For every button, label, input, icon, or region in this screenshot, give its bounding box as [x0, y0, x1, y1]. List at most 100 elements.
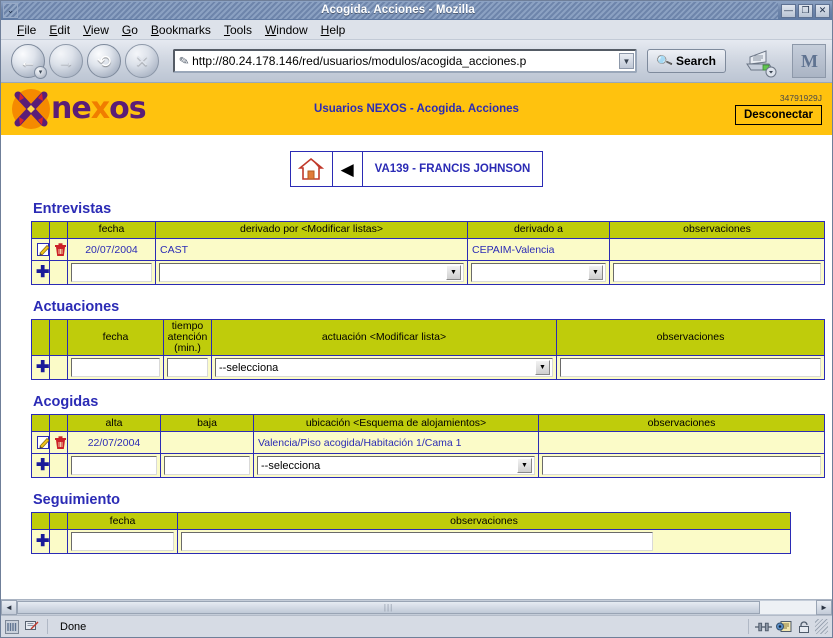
table-header-row: fecha derivado por <Modificar listas> de… [31, 221, 825, 239]
menu-tools[interactable]: Tools [224, 23, 252, 37]
edit-page-icon: ✎ [177, 53, 191, 69]
browser-window: ⌄ Acogida. Acciones - Mozilla — ❐ ✕ File… [0, 0, 833, 638]
cell-ubicacion: Valencia/Piso acogida/Habitación 1/Cama … [253, 431, 539, 455]
status-divider [47, 619, 48, 634]
menu-view[interactable]: View [83, 23, 109, 37]
logout-button[interactable]: Desconectar [734, 105, 822, 125]
popup-blocked-icon[interactable] [24, 618, 41, 635]
url-bar[interactable]: ✎ http://80.24.178.146/red/usuarios/modu… [173, 49, 638, 73]
ubicacion-value: --selecciona [261, 459, 321, 472]
actuacion-select[interactable]: --selecciona ▼ [215, 358, 553, 378]
fecha-input[interactable] [71, 263, 152, 282]
observaciones-input[interactable] [560, 358, 821, 378]
table-header-row: fecha observaciones [31, 512, 791, 531]
new-actuacion-cell: --selecciona ▼ [211, 355, 557, 381]
add-plus-icon[interactable]: ✚ [31, 260, 50, 285]
actuaciones-table: fecha tiempo atención (min.) actuación <… [31, 318, 825, 381]
back-arrow-icon[interactable]: ← ▾ [11, 44, 47, 79]
resize-grip[interactable] [815, 619, 828, 634]
forward-arrow-icon: → [49, 44, 83, 78]
table-new-row: ✚ --selecciona ▼ [31, 355, 825, 381]
cell-observaciones [538, 431, 825, 455]
section-title-entrevistas: Entrevistas [33, 201, 112, 217]
menu-window[interactable]: Window [265, 23, 308, 37]
observaciones-input[interactable] [542, 456, 821, 476]
entrevistas-table: fecha derivado por <Modificar listas> de… [31, 221, 825, 285]
observaciones-input[interactable] [181, 532, 653, 552]
back-history-dropdown-icon[interactable]: ▾ [34, 66, 47, 79]
section-actuaciones: Actuaciones fecha tiempo atención (min.)… [31, 299, 832, 381]
menu-bookmarks[interactable]: Bookmarks [151, 23, 211, 37]
col-observaciones: observaciones [538, 414, 825, 433]
nexos-logo[interactable]: nexos [9, 87, 147, 131]
fecha-input[interactable] [71, 358, 160, 378]
fecha-input[interactable] [71, 532, 174, 552]
image-status-icon[interactable] [775, 618, 792, 635]
menu-edit[interactable]: Edit [49, 23, 70, 37]
col-add [31, 512, 50, 531]
new-observaciones-cell [609, 260, 825, 285]
mozilla-logo-icon[interactable]: M [792, 44, 826, 78]
spacer-cell [49, 260, 68, 285]
maximize-button[interactable]: ❐ [798, 3, 813, 18]
security-lock-icon[interactable] [795, 618, 812, 635]
window-controls: — ❐ ✕ [778, 2, 830, 19]
minimize-button[interactable]: — [781, 3, 796, 18]
tiempo-atencion-input[interactable] [167, 358, 208, 378]
new-alta-cell [67, 453, 161, 479]
add-plus-icon[interactable]: ✚ [31, 355, 50, 381]
edit-pencil-icon[interactable] [31, 431, 50, 455]
stop-icon: ✕ [125, 44, 159, 78]
alta-input[interactable] [71, 456, 157, 476]
back-triangle-icon[interactable]: ◀ [333, 152, 363, 186]
close-button[interactable]: ✕ [815, 3, 830, 18]
window-title: Acogida. Acciones - Mozilla [18, 2, 778, 19]
link-status-icon[interactable] [755, 618, 772, 635]
url-dropdown-icon[interactable]: ▼ [619, 53, 635, 69]
trash-icon[interactable] [49, 238, 68, 261]
table-new-row: ✚ [31, 529, 791, 555]
section-title-seguimiento: Seguimiento [33, 492, 121, 509]
section-title-acogidas: Acogidas [33, 394, 99, 411]
new-derivado-a-cell: ▼ [467, 260, 610, 285]
col-derivado-a: derivado a [467, 221, 610, 239]
seguimiento-table: fecha observaciones ✚ [31, 512, 791, 555]
baja-input[interactable] [164, 456, 250, 476]
ubicacion-select[interactable]: --selecciona ▼ [257, 456, 535, 476]
add-plus-icon[interactable]: ✚ [31, 529, 50, 555]
observaciones-input[interactable] [613, 263, 821, 282]
col-derivado-por: derivado por <Modificar listas> [155, 221, 468, 239]
actuacion-value: --selecciona [219, 361, 279, 374]
derivado-por-select[interactable]: ▼ [159, 263, 464, 282]
breadcrumb: ◀ VA139 - FRANCIS JOHNSON [289, 151, 544, 187]
breadcrumb-label[interactable]: VA139 - FRANCIS JOHNSON [363, 152, 543, 186]
search-button[interactable]: 🔍 Search [647, 49, 726, 73]
trash-icon[interactable] [49, 431, 68, 455]
new-observaciones-cell [177, 529, 791, 555]
url-text[interactable]: http://80.24.178.146/red/usuarios/modulo… [192, 54, 619, 68]
col-blank [49, 318, 68, 357]
menu-help[interactable]: Help [321, 23, 346, 37]
col-ubicacion: ubicación <Esquema de alojamientos> [253, 414, 539, 433]
cell-observaciones [609, 238, 825, 261]
cell-fecha: 20/07/2004 [67, 238, 156, 261]
window-menu-icon[interactable]: ⌄ [3, 3, 18, 18]
menu-go[interactable]: Go [122, 23, 138, 37]
derivado-a-select[interactable]: ▼ [471, 263, 606, 282]
menu-file[interactable]: File [17, 23, 36, 37]
scroll-left-button[interactable]: ◄ [1, 600, 17, 615]
mozilla-small-icon[interactable] [3, 618, 20, 635]
horizontal-scrollbar[interactable]: ◄ ||| ► [1, 599, 832, 615]
scroll-thumb[interactable]: ||| [17, 601, 761, 614]
chevron-down-icon: ▼ [588, 265, 603, 280]
new-baja-cell [160, 453, 254, 479]
scroll-track[interactable]: ||| [17, 600, 816, 615]
reload-icon[interactable]: ⟲ [87, 44, 121, 78]
acogidas-table: alta baja ubicación <Esquema de alojamie… [31, 414, 825, 479]
home-icon[interactable] [291, 152, 333, 186]
edit-pencil-icon[interactable] [31, 238, 50, 261]
print-icon[interactable] [742, 44, 780, 78]
scroll-right-button[interactable]: ► [816, 600, 832, 615]
add-plus-icon[interactable]: ✚ [31, 453, 50, 479]
nexos-logo-text: nexos [51, 91, 147, 126]
